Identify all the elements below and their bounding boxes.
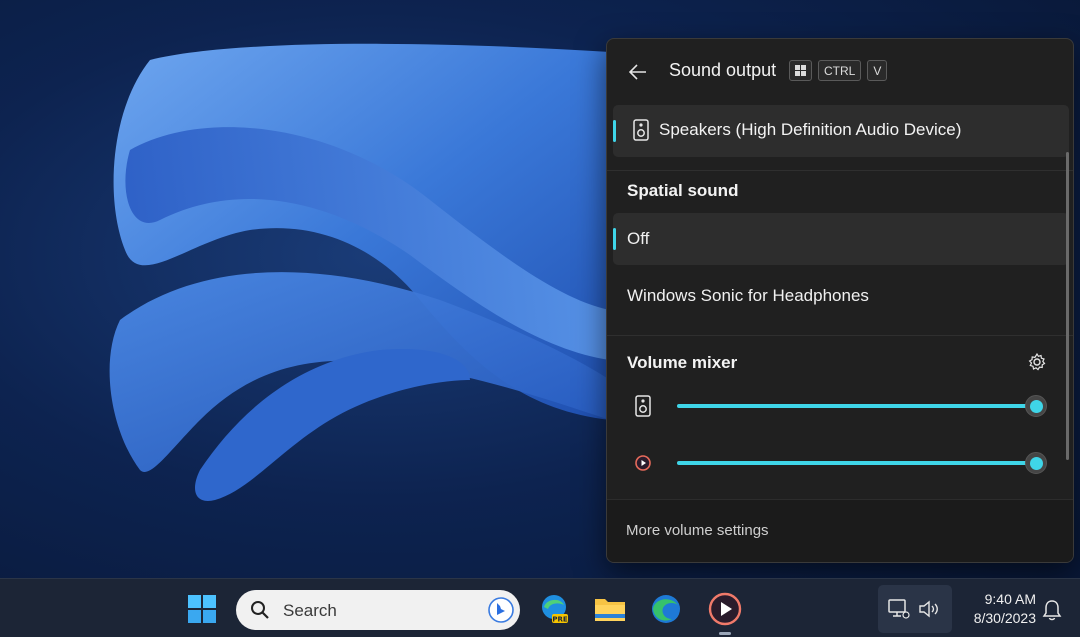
spatial-sound-heading: Spatial sound (627, 181, 739, 200)
divider (607, 170, 1073, 171)
notification-bell-icon[interactable] (1042, 599, 1062, 621)
volume-slider-row-speakers (627, 391, 1057, 421)
edge-icon (652, 595, 680, 623)
quick-settings-button[interactable] (878, 585, 952, 633)
start-button[interactable] (184, 591, 220, 627)
speaker-icon (635, 395, 651, 417)
speaker-icon (633, 119, 649, 141)
clock-date: 8/30/2023 (973, 610, 1036, 626)
keyboard-shortcut: CTRL V (789, 60, 888, 81)
windows-key-icon (789, 60, 812, 81)
volume-slider-thumb[interactable] (1025, 395, 1047, 417)
volume-slider-thumb[interactable] (1025, 452, 1047, 474)
selected-indicator (613, 120, 616, 142)
flyout-title: Sound output (669, 60, 777, 80)
edge-preview-icon: PRE (542, 595, 568, 624)
volume-icon (919, 600, 938, 618)
search-input[interactable]: Search (236, 590, 520, 630)
clock[interactable]: 9:40 AM 8/30/2023 (956, 590, 1036, 628)
device-option-speakers[interactable]: Speakers (High Definition Audio Device) (613, 105, 1069, 157)
ctrl-key: CTRL (818, 60, 862, 81)
volume-slider-row-media-player (627, 448, 1057, 478)
sound-output-flyout: Sound output CTRL V Speakers (High Defin… (606, 38, 1074, 563)
clock-time: 9:40 AM (984, 591, 1036, 607)
search-placeholder: Search (283, 601, 337, 620)
bing-chat-icon[interactable] (488, 597, 514, 623)
search-icon (251, 601, 269, 619)
volume-mixer-heading: Volume mixer (627, 353, 738, 372)
v-key: V (867, 60, 888, 81)
scrollbar[interactable] (1066, 152, 1069, 460)
divider (607, 335, 1073, 336)
svg-text:PRE: PRE (552, 616, 568, 624)
active-app-indicator (719, 632, 731, 635)
taskbar-app-file-explorer[interactable] (592, 591, 628, 627)
device-label: Speakers (High Definition Audio Device) (659, 120, 962, 139)
option-label: Off (627, 229, 650, 248)
option-label: Windows Sonic for Headphones (627, 286, 869, 305)
back-button[interactable] (623, 57, 653, 87)
volume-slider-track[interactable] (677, 461, 1037, 465)
spatial-option-windows-sonic[interactable]: Windows Sonic for Headphones (613, 270, 1069, 322)
volume-slider-track[interactable] (677, 404, 1037, 408)
media-player-icon (635, 455, 651, 471)
taskbar-app-edge-preview[interactable]: PRE (536, 591, 572, 627)
more-volume-settings-link[interactable]: More volume settings (626, 522, 769, 539)
back-arrow-icon (629, 64, 646, 80)
taskbar: Search PRE 9:40 AM 8/30/2023 (0, 578, 1080, 637)
windows-start-icon (188, 595, 216, 623)
flyout-header: Sound output CTRL V (607, 39, 1073, 105)
spatial-option-off[interactable]: Off (613, 213, 1069, 265)
file-explorer-icon (595, 599, 625, 621)
selected-indicator (613, 228, 616, 250)
taskbar-app-media-player[interactable] (707, 591, 743, 627)
taskbar-app-edge[interactable] (648, 591, 684, 627)
network-icon (888, 599, 910, 619)
gear-icon[interactable] (1027, 352, 1047, 372)
flyout-footer: More volume settings (607, 499, 1073, 562)
media-player-icon (708, 592, 742, 626)
